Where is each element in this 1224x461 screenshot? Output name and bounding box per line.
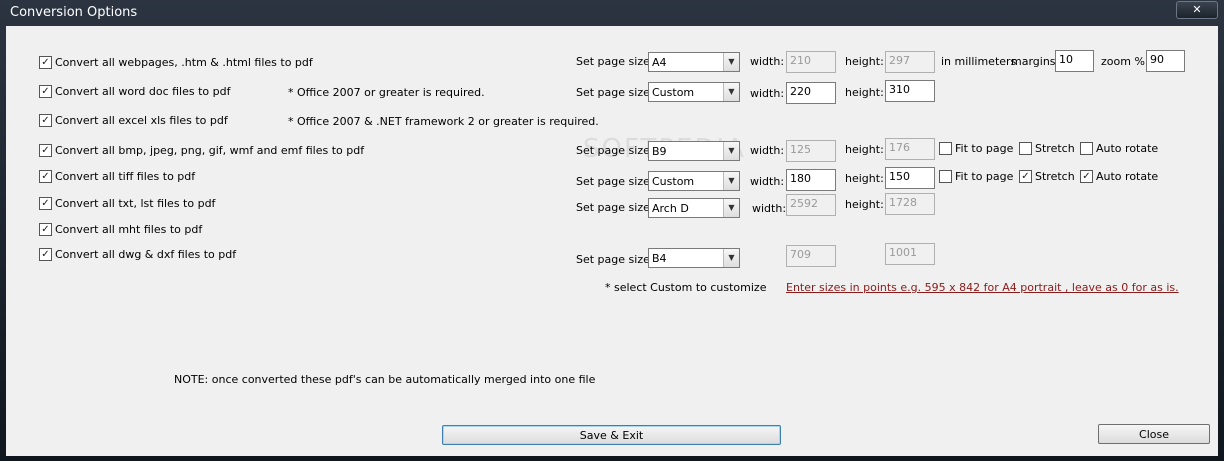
label-width: width: xyxy=(750,144,785,157)
chevron-down-icon: ▼ xyxy=(723,249,739,267)
label-auto-rotate: Auto rotate xyxy=(1096,142,1159,155)
chevron-down-icon: ▼ xyxy=(723,172,739,190)
label-convert-txt: Convert all txt, lst files to pdf xyxy=(55,197,216,210)
margins-field[interactable]: 10 xyxy=(1055,50,1094,72)
label-width: width: xyxy=(750,87,785,100)
label-convert-dwg: Convert all dwg & dxf files to pdf xyxy=(55,248,237,261)
tiff-page-size-select[interactable]: Custom ▼ xyxy=(648,171,740,191)
zoom-field[interactable]: 90 xyxy=(1146,50,1185,72)
label-height: height: xyxy=(845,55,884,68)
label-stretch: Stretch xyxy=(1035,142,1075,155)
label-height: height: xyxy=(845,143,884,156)
conversion-options-window: Conversion Options ✕ SOFTPEDIA ✓ Convert… xyxy=(0,0,1224,461)
image-page-size-select[interactable]: B9 ▼ xyxy=(648,141,740,161)
txt-width-field[interactable]: 2592 xyxy=(786,194,836,216)
select-value: Custom xyxy=(652,86,695,99)
label-set-page-size: Set page size: xyxy=(576,201,654,214)
label-fit-to-page: Fit to page xyxy=(955,170,1014,183)
label-width: width: xyxy=(752,202,787,215)
label-height: height: xyxy=(845,86,884,99)
label-width: width: xyxy=(750,175,785,188)
word-width-field[interactable]: 220 xyxy=(786,82,836,104)
web-page-size-select[interactable]: A4 ▼ xyxy=(648,52,740,72)
image-height-field[interactable]: 176 xyxy=(885,138,935,160)
label-set-page-size: Set page size: xyxy=(576,55,654,68)
note-select-custom: * select Custom to customize xyxy=(605,281,767,294)
image-auto-rotate-checkbox[interactable] xyxy=(1080,142,1093,155)
label-convert-word: Convert all word doc files to pdf xyxy=(55,85,231,98)
dialog-body: SOFTPEDIA ✓ Convert all webpages, .htm &… xyxy=(6,26,1218,456)
select-value: Custom xyxy=(652,175,695,188)
label-set-page-size: Set page size: xyxy=(576,86,654,99)
checkbox-convert-tiff[interactable]: ✓ xyxy=(39,170,52,183)
web-width-field[interactable]: 210 xyxy=(786,51,836,73)
label-convert-tiff: Convert all tiff files to pdf xyxy=(55,170,196,183)
checkbox-convert-word[interactable]: ✓ xyxy=(39,85,52,98)
title-bar: Conversion Options ✕ xyxy=(0,0,1224,26)
select-value: A4 xyxy=(652,56,667,69)
label-in-millimeters: in millimeters xyxy=(941,55,1017,68)
close-button[interactable]: Close xyxy=(1098,424,1210,444)
window-close-button[interactable]: ✕ xyxy=(1176,1,1218,19)
label-set-page-size: Set page size: xyxy=(576,144,654,157)
word-height-field[interactable]: 310 xyxy=(885,80,935,102)
tiff-height-field[interactable]: 150 xyxy=(885,167,935,189)
label-zoom: zoom % xyxy=(1101,55,1145,68)
tiff-stretch-checkbox[interactable]: ✓ xyxy=(1019,170,1032,183)
checkbox-convert-dwg[interactable]: ✓ xyxy=(39,248,52,261)
note-office-net-required: * Office 2007 & .NET framework 2 or grea… xyxy=(288,115,599,128)
tiff-fit-to-page-checkbox[interactable] xyxy=(939,170,952,183)
note-merge: NOTE: once converted these pdf's can be … xyxy=(174,373,596,386)
dwg-height-field[interactable]: 1001 xyxy=(885,243,935,265)
label-height: height: xyxy=(845,172,884,185)
dwg-width-field[interactable]: 709 xyxy=(786,245,836,267)
dwg-page-size-select[interactable]: B4 ▼ xyxy=(648,248,740,268)
select-value: B9 xyxy=(652,145,667,158)
chevron-down-icon: ▼ xyxy=(723,142,739,160)
window-title: Conversion Options xyxy=(10,5,138,20)
txt-height-field[interactable]: 1728 xyxy=(885,193,935,215)
tiff-width-field[interactable]: 180 xyxy=(786,169,836,191)
label-auto-rotate: Auto rotate xyxy=(1096,170,1159,183)
save-exit-button[interactable]: Save & Exit xyxy=(442,425,781,445)
label-convert-mht: Convert all mht files to pdf xyxy=(55,223,203,236)
web-height-field[interactable]: 297 xyxy=(885,51,935,73)
image-stretch-checkbox[interactable] xyxy=(1019,142,1032,155)
image-fit-to-page-checkbox[interactable] xyxy=(939,142,952,155)
checkbox-convert-excel[interactable]: ✓ xyxy=(39,114,52,127)
chevron-down-icon: ▼ xyxy=(723,199,739,217)
label-width: width: xyxy=(750,55,785,68)
tiff-auto-rotate-checkbox[interactable]: ✓ xyxy=(1080,170,1093,183)
label-convert-excel: Convert all excel xls files to pdf xyxy=(55,114,228,127)
label-set-page-size: Set page size: xyxy=(576,253,654,266)
word-page-size-select[interactable]: Custom ▼ xyxy=(648,82,740,102)
label-fit-to-page: Fit to page xyxy=(955,142,1014,155)
checkbox-convert-webpages[interactable]: ✓ xyxy=(39,56,52,69)
txt-page-size-select[interactable]: Arch D ▼ xyxy=(648,198,740,218)
note-office-required: * Office 2007 or greater is required. xyxy=(288,86,485,99)
label-margins: margins: xyxy=(1011,55,1060,68)
image-width-field[interactable]: 125 xyxy=(786,140,836,162)
label-convert-webpages: Convert all webpages, .htm & .html files… xyxy=(55,56,313,69)
chevron-down-icon: ▼ xyxy=(723,83,739,101)
select-value: B4 xyxy=(652,252,667,265)
points-hint-link[interactable]: Enter sizes in points e.g. 595 x 842 for… xyxy=(786,281,1179,294)
checkbox-convert-images[interactable]: ✓ xyxy=(39,144,52,157)
label-stretch: Stretch xyxy=(1035,170,1075,183)
chevron-down-icon: ▼ xyxy=(723,53,739,71)
checkbox-convert-txt[interactable]: ✓ xyxy=(39,197,52,210)
label-height: height: xyxy=(845,198,884,211)
label-convert-images: Convert all bmp, jpeg, png, gif, wmf and… xyxy=(55,144,365,157)
checkbox-convert-mht[interactable]: ✓ xyxy=(39,223,52,236)
label-set-page-size: Set page size: xyxy=(576,175,654,188)
select-value: Arch D xyxy=(652,202,689,215)
